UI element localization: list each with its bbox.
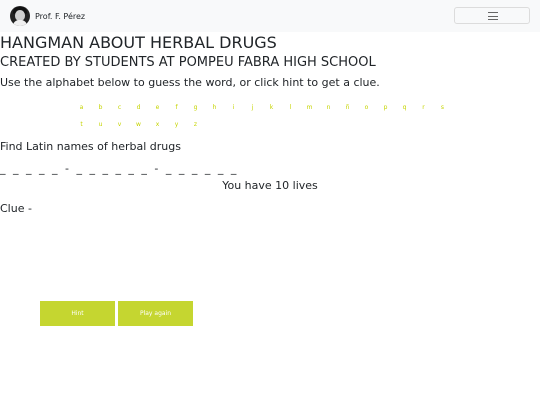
alphabet-letter[interactable]: b [91, 100, 110, 117]
alphabet-letter[interactable]: x [148, 117, 167, 134]
alphabet-letter[interactable]: i [224, 100, 243, 117]
instructions-text: Use the alphabet below to guess the word… [0, 76, 380, 89]
alphabet-letter[interactable]: k [262, 100, 281, 117]
person-portrait-icon [10, 6, 30, 26]
alphabet-letter[interactable]: t [72, 117, 91, 134]
hamburger-menu-icon [488, 12, 498, 20]
clue-text: Clue - [0, 202, 32, 215]
alphabet-letter[interactable]: j [243, 100, 262, 117]
navbar-brand[interactable]: Prof. F. Pérez [10, 5, 85, 27]
brand-name[interactable]: Prof. F. Pérez [35, 12, 85, 21]
alphabet-letter[interactable]: d [129, 100, 148, 117]
category-text: Find Latin names of herbal drugs [0, 140, 181, 153]
alphabet-letter[interactable]: w [129, 117, 148, 134]
alphabet-letter[interactable]: h [205, 100, 224, 117]
alphabet-letter[interactable]: f [167, 100, 186, 117]
alphabet-letter[interactable]: m [300, 100, 319, 117]
alphabet-letter[interactable]: n [319, 100, 338, 117]
navbar-toggle-button[interactable] [454, 7, 530, 24]
lives-counter: You have 10 lives [222, 179, 318, 192]
alphabet-list: abcdefghijklmnñopqrs tuvwxyz [72, 100, 462, 134]
play-again-button[interactable]: Play again [118, 301, 193, 326]
alphabet-letter[interactable]: ñ [338, 100, 357, 117]
word-display: _ _ _ _ _ - _ _ _ _ _ _ - _ _ _ _ _ _ [0, 162, 239, 175]
alphabet-letter[interactable]: a [72, 100, 91, 117]
alphabet-letter[interactable]: g [186, 100, 205, 117]
alphabet-letter[interactable]: s [433, 100, 452, 117]
alphabet-letter[interactable]: o [357, 100, 376, 117]
alphabet-letter[interactable]: u [91, 117, 110, 134]
alphabet-letter[interactable]: e [148, 100, 167, 117]
alphabet-letter[interactable]: v [110, 117, 129, 134]
page-subtitle: CREATED BY STUDENTS AT POMPEU FABRA HIGH… [0, 55, 376, 70]
alphabet-letter[interactable]: q [395, 100, 414, 117]
alphabet-letter[interactable]: p [376, 100, 395, 117]
page-title: HANGMAN ABOUT HERBAL DRUGS [0, 33, 277, 52]
alphabet-letter[interactable]: r [414, 100, 433, 117]
alphabet-letter[interactable]: c [110, 100, 129, 117]
alphabet-letter[interactable]: y [167, 117, 186, 134]
navbar: Prof. F. Pérez [0, 0, 540, 32]
alphabet-letter[interactable]: l [281, 100, 300, 117]
alphabet-letter[interactable]: z [186, 117, 205, 134]
hint-button[interactable]: Hint [40, 301, 115, 326]
